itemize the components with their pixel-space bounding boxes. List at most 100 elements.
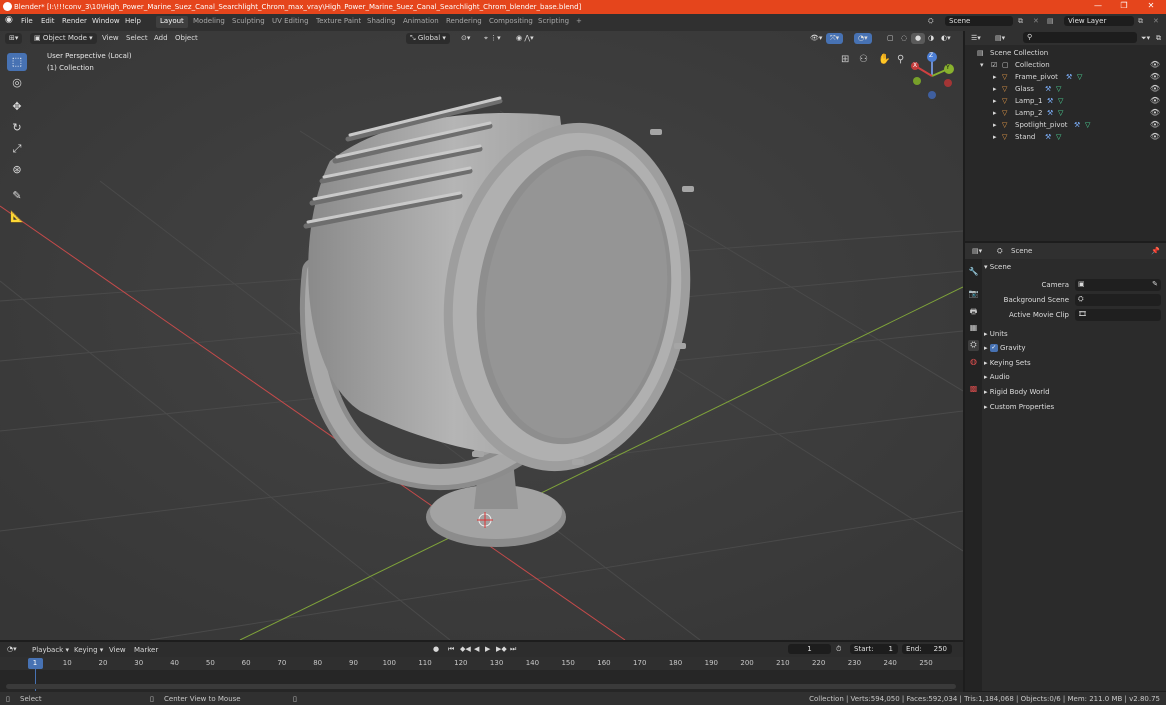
output-tab-icon[interactable]: 🖶	[968, 306, 979, 317]
scale-tool-icon[interactable]: ⤢	[7, 140, 27, 158]
rotate-tool-icon[interactable]: ↻	[7, 119, 27, 137]
select-box-tool-icon[interactable]: ⬚	[7, 53, 27, 71]
new-scene-icon[interactable]: ⧉	[1018, 17, 1023, 26]
eye-icon[interactable]: 👁	[1150, 108, 1160, 117]
view-layer-tab-icon[interactable]: ▦	[968, 323, 979, 334]
active-movie-clip-field[interactable]: 🎞	[1075, 309, 1161, 321]
gizmo-toggle-icon[interactable]: ⤧▾	[826, 33, 844, 44]
eye-icon[interactable]: 👁	[1150, 120, 1160, 129]
editor-type-dropdown[interactable]: ⊞▾	[5, 33, 23, 44]
viewport-menu-object[interactable]: Object	[171, 33, 202, 44]
audio-panel-header[interactable]: ▸ Audio	[984, 373, 1162, 387]
outliner-row-lamp-1[interactable]: ▸ ▽ Lamp_1 ⚒ ▽ 👁	[965, 95, 1166, 107]
viewport-menu-view[interactable]: View	[98, 33, 123, 44]
outliner-display-mode-icon[interactable]: ▤▾	[995, 34, 1005, 42]
eye-icon[interactable]: 👁	[1150, 72, 1160, 81]
tab-sculpting[interactable]: Sculpting	[228, 16, 269, 28]
jump-end-icon[interactable]: ⏭	[510, 645, 516, 654]
outliner-new-collection-icon[interactable]: ⧉	[1156, 34, 1161, 43]
toggle-camera-icon[interactable]: ⚇	[859, 54, 868, 65]
outliner-search-input[interactable]: ⚲	[1023, 32, 1137, 43]
eye-icon[interactable]: 👁	[1150, 96, 1160, 105]
outliner-filter-icon[interactable]: ⏷▾	[1141, 34, 1150, 43]
xray-toggle-icon[interactable]: ▢	[883, 33, 898, 44]
prev-keyframe-icon[interactable]: ◆◀	[460, 645, 471, 653]
render-tab-icon[interactable]: 📷	[968, 289, 979, 300]
pivot-point-icon[interactable]: ⊙▾	[457, 33, 474, 44]
solid-shading-icon[interactable]: ●	[911, 33, 926, 44]
measure-tool-icon[interactable]: 📐	[7, 208, 27, 226]
outliner-row-frame-pivot[interactable]: ▸ ▽ Frame_pivot ⚒ ▽ 👁	[965, 71, 1166, 83]
outliner-editor-type-icon[interactable]: ☰▾	[971, 34, 981, 42]
outliner-row-scene-collection[interactable]: ▤ Scene Collection	[965, 47, 1166, 59]
eye-icon[interactable]: 👁	[1150, 132, 1160, 141]
annotate-tool-icon[interactable]: ✎	[7, 187, 27, 205]
rigid-body-world-panel-header[interactable]: ▸ Rigid Body World	[984, 388, 1162, 402]
eye-icon[interactable]: 👁	[1150, 84, 1160, 93]
tool-tab-icon[interactable]: 🔧	[968, 267, 979, 278]
object-mode-dropdown[interactable]: ▣ Object Mode ▾	[30, 33, 97, 44]
eye-icon[interactable]: 👁	[1150, 60, 1160, 69]
units-panel-header[interactable]: ▸ Units	[984, 330, 1162, 344]
custom-properties-panel-header[interactable]: ▸ Custom Properties	[984, 403, 1162, 417]
timeline-menu-playback[interactable]: Playback ▾	[32, 646, 69, 654]
3d-viewport[interactable]	[0, 31, 963, 640]
jump-start-icon[interactable]: ⏮	[448, 645, 454, 654]
pin-icon[interactable]: 📌	[1151, 247, 1160, 255]
new-view-layer-icon[interactable]: ⧉	[1138, 17, 1143, 26]
start-frame-field[interactable]: Start: 1	[850, 644, 898, 654]
proportional-edit-icon[interactable]: ◉ ⋀▾	[512, 33, 538, 44]
zoom-view-icon[interactable]: ⚲	[897, 54, 904, 65]
view-layer-icon[interactable]: ▤	[1047, 17, 1054, 25]
play-reverse-icon[interactable]: ◀	[474, 645, 479, 653]
background-scene-field[interactable]: ⛭	[1075, 294, 1161, 306]
expand-arrow-icon[interactable]: ▸	[993, 73, 997, 81]
next-keyframe-icon[interactable]: ▶◆	[496, 645, 507, 653]
snap-icon[interactable]: ⌖ ⋮▾	[480, 33, 505, 44]
material-shading-icon[interactable]: ◑	[924, 33, 938, 44]
keying-sets-panel-header[interactable]: ▸ Keying Sets	[984, 359, 1162, 373]
transform-tool-icon[interactable]: ⊛	[7, 161, 27, 179]
texture-tab-icon[interactable]: ▩	[968, 384, 979, 395]
wireframe-shading-icon[interactable]: ◌	[897, 33, 911, 44]
timeline-menu-keying[interactable]: Keying ▾	[74, 646, 103, 654]
expand-arrow-icon[interactable]: ▸	[993, 121, 997, 129]
eyedropper-icon[interactable]: ✎	[1152, 280, 1158, 288]
tab-uv-editing[interactable]: UV Editing	[268, 16, 313, 28]
stopwatch-icon[interactable]: ⏱	[836, 645, 841, 654]
menu-help[interactable]: Help	[125, 17, 141, 25]
outliner-row-collection[interactable]: ▾ ☑ ▢ Collection 👁	[965, 59, 1166, 71]
camera-view-icon[interactable]: ⊞	[841, 54, 849, 65]
end-frame-field[interactable]: End: 250	[902, 644, 952, 654]
delete-scene-icon[interactable]: ✕	[1033, 17, 1039, 25]
expand-arrow-icon[interactable]: ▸	[993, 133, 997, 141]
checkbox-icon[interactable]: ☑	[991, 61, 997, 69]
menu-render[interactable]: Render	[62, 17, 87, 25]
current-frame-field[interactable]: 1	[788, 644, 831, 654]
expand-arrow-icon[interactable]: ▸	[993, 97, 997, 105]
outliner-row-lamp-2[interactable]: ▸ ▽ Lamp_2 ⚒ ▽ 👁	[965, 107, 1166, 119]
rendered-shading-icon[interactable]: ◐▾	[937, 33, 955, 44]
menu-file[interactable]: File	[21, 17, 33, 25]
outliner-row-stand[interactable]: ▸ ▽ Stand ⚒ ▽ 👁	[965, 131, 1166, 143]
viewport-menu-add[interactable]: Add	[150, 33, 172, 44]
record-icon[interactable]: ●	[433, 645, 439, 653]
timeline-editor-type-icon[interactable]: ◔▾	[7, 645, 17, 653]
outliner-row-spotlight-pivot[interactable]: ▸ ▽ Spotlight_pivot ⚒ ▽ 👁	[965, 119, 1166, 131]
expand-arrow-icon[interactable]: ▸	[993, 85, 997, 93]
pan-view-icon[interactable]: ✋	[878, 54, 890, 65]
scene-section-header[interactable]: ▾ Scene	[984, 263, 1162, 277]
add-workspace-button[interactable]: +	[572, 16, 586, 28]
tab-layout[interactable]: Layout	[156, 16, 188, 28]
menu-edit[interactable]: Edit	[41, 17, 55, 25]
properties-editor-type-icon[interactable]: ▤▾	[972, 247, 982, 255]
tab-compositing[interactable]: Compositing	[485, 16, 537, 28]
scene-selector-icon[interactable]: ⛭	[928, 17, 934, 26]
blender-menu-icon[interactable]: ◉	[5, 15, 13, 25]
scene-field[interactable]: Scene	[945, 16, 1013, 26]
world-tab-icon[interactable]: ◍	[968, 357, 979, 368]
camera-field[interactable]: ▣ ✎	[1075, 279, 1161, 291]
timeline-menu-view[interactable]: View	[109, 646, 126, 654]
minimize-button[interactable]: —	[1086, 1, 1110, 13]
viewport-menu-select[interactable]: Select	[122, 33, 152, 44]
